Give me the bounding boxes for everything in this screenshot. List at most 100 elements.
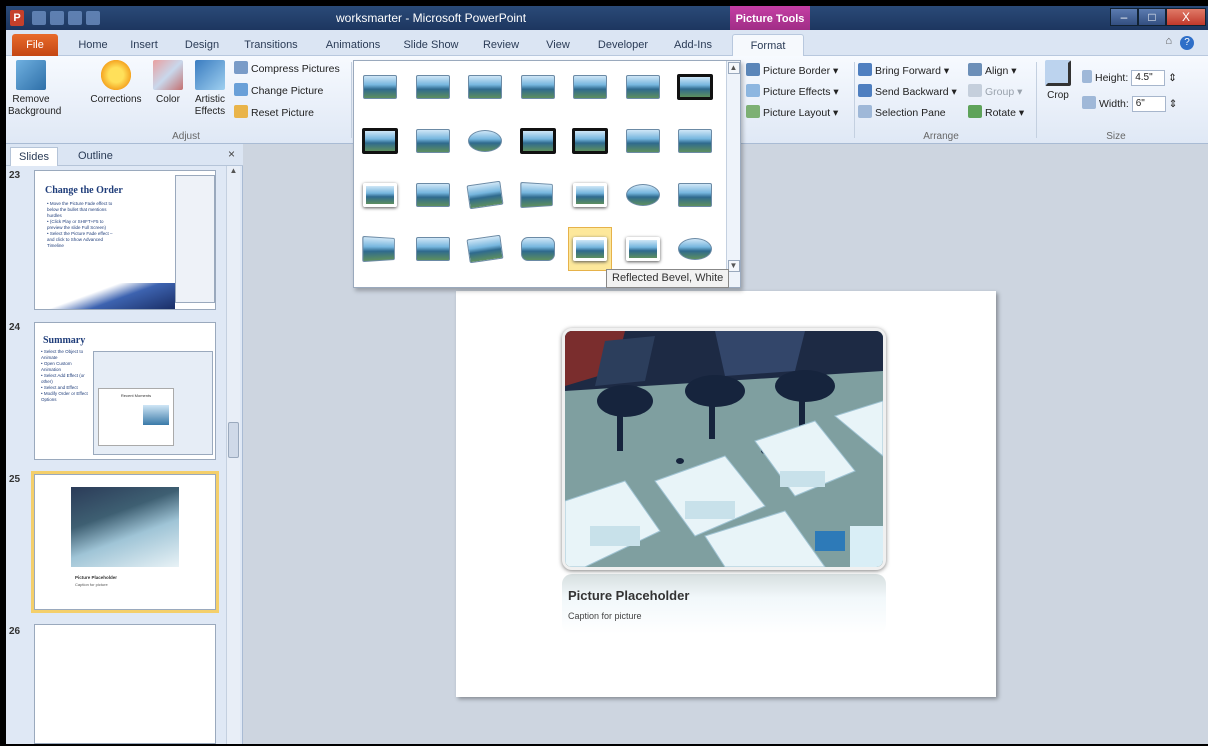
picture-style-option[interactable] <box>411 227 455 271</box>
customize-qat-icon[interactable] <box>86 11 100 25</box>
picture-border-icon <box>746 63 760 76</box>
tab-review[interactable]: Review <box>480 34 522 56</box>
tab-developer[interactable]: Developer <box>592 34 654 56</box>
pane-scrollbar[interactable]: ▲ <box>226 166 240 744</box>
picture-style-thumbnail-icon <box>573 183 607 207</box>
tab-design[interactable]: Design <box>180 34 224 56</box>
picture-style-option[interactable] <box>568 227 612 271</box>
crop-button[interactable]: Crop <box>1040 60 1076 102</box>
send-backward-button[interactable]: Send Backward ▾ <box>858 84 957 101</box>
picture-layout-button[interactable]: Picture Layout ▾ <box>746 105 838 122</box>
compress-pictures-button[interactable]: Compress Pictures <box>234 61 340 78</box>
caption-text[interactable]: Caption for picture <box>568 611 642 621</box>
slide-thumbnail-24[interactable]: Summary • Select the Object to Animate •… <box>34 322 216 460</box>
picture-style-option[interactable] <box>358 119 402 163</box>
help-icon[interactable]: ? <box>1180 36 1194 50</box>
tab-format[interactable]: Format <box>732 34 804 56</box>
minimize-ribbon-icon[interactable]: ⌂ <box>1165 35 1172 47</box>
rotate-button[interactable]: Rotate ▾ <box>968 105 1024 122</box>
height-spinner-icon[interactable]: ⇕ <box>1168 72 1177 84</box>
tab-transitions[interactable]: Transitions <box>240 34 302 56</box>
picture-style-option[interactable] <box>463 173 507 217</box>
picture-style-option[interactable] <box>673 65 717 109</box>
picture-style-option[interactable] <box>358 65 402 109</box>
picture-style-option[interactable] <box>463 119 507 163</box>
picture-style-option[interactable] <box>621 227 665 271</box>
redo-icon[interactable] <box>68 11 82 25</box>
picture-style-option[interactable] <box>516 227 560 271</box>
title-bar: P worksmarter - Microsoft PowerPoint Pic… <box>6 6 1208 30</box>
reset-picture-button[interactable]: Reset Picture <box>234 105 314 122</box>
close-pane-icon[interactable]: × <box>228 147 235 161</box>
picture-style-thumbnail-icon <box>468 130 502 152</box>
picture-style-option[interactable] <box>411 173 455 217</box>
gallery-scroll-down-icon[interactable]: ▼ <box>727 260 740 272</box>
picture-placeholder-image[interactable] <box>562 328 886 570</box>
picture-border-button[interactable]: Picture Border ▾ <box>746 63 838 80</box>
change-picture-button[interactable]: Change Picture <box>234 83 323 100</box>
pane-tabs: Slides Outline × <box>6 144 243 166</box>
picture-style-option[interactable] <box>673 119 717 163</box>
align-button[interactable]: Align ▾ <box>968 63 1017 80</box>
picture-style-thumbnail-icon <box>573 237 607 261</box>
remove-background-button[interactable]: Remove Background <box>8 60 61 118</box>
close-button[interactable]: X <box>1166 8 1206 26</box>
picture-style-option[interactable] <box>358 227 402 271</box>
selection-pane-button[interactable]: Selection Pane <box>858 105 946 122</box>
maximize-button[interactable]: □ <box>1138 8 1166 26</box>
picture-style-thumbnail-icon <box>625 237 660 261</box>
picture-style-option[interactable] <box>463 65 507 109</box>
tab-animations[interactable]: Animations <box>318 34 388 56</box>
picture-style-option[interactable] <box>516 173 560 217</box>
powerpoint-icon[interactable]: P <box>10 10 24 26</box>
slide-thumbnail-26[interactable] <box>34 624 216 744</box>
picture-style-option[interactable] <box>621 173 665 217</box>
picture-style-option[interactable] <box>463 227 507 271</box>
group-button[interactable]: Group ▾ <box>968 84 1022 101</box>
size-group-label: Size <box>1106 131 1126 142</box>
gallery-scroll-up-icon[interactable]: ▲ <box>727 62 740 74</box>
picture-style-option[interactable] <box>516 65 560 109</box>
picture-style-option[interactable] <box>673 227 717 271</box>
tab-home[interactable]: Home <box>72 34 114 56</box>
tab-slides[interactable]: Slides <box>10 147 58 166</box>
artistic-effects-button[interactable]: Artistic Effects <box>188 60 232 118</box>
gallery-scrollbar[interactable]: ▲ ▼ <box>726 61 740 287</box>
minimize-button[interactable]: – <box>1110 8 1138 26</box>
caption-title[interactable]: Picture Placeholder <box>568 588 689 603</box>
picture-style-option[interactable] <box>358 173 402 217</box>
picture-style-option[interactable] <box>568 119 612 163</box>
height-input[interactable]: 4.5" <box>1131 70 1166 87</box>
picture-style-thumbnail-icon <box>466 234 504 264</box>
inner-slide-title: Recent Moments <box>120 393 152 398</box>
picture-style-option[interactable] <box>568 65 612 109</box>
save-icon[interactable] <box>32 11 46 25</box>
picture-style-option[interactable] <box>673 173 717 217</box>
slide-thumbnail-25[interactable]: Picture Placeholder Caption for picture <box>31 471 219 613</box>
scroll-up-icon[interactable]: ▲ <box>227 166 240 175</box>
tab-file[interactable]: File <box>12 34 58 56</box>
picture-style-option[interactable] <box>621 119 665 163</box>
tab-insert[interactable]: Insert <box>124 34 164 56</box>
tab-add-ins[interactable]: Add-Ins <box>670 34 716 56</box>
picture-style-option[interactable] <box>516 119 560 163</box>
color-button[interactable]: Color <box>150 60 186 106</box>
picture-style-option[interactable] <box>411 65 455 109</box>
tab-outline[interactable]: Outline <box>70 147 121 166</box>
picture-style-option[interactable] <box>621 65 665 109</box>
width-input[interactable]: 6" <box>1131 96 1166 113</box>
scroll-thumb[interactable] <box>228 422 239 458</box>
undo-icon[interactable] <box>50 11 64 25</box>
picture-style-option[interactable] <box>411 119 455 163</box>
tab-slide-show[interactable]: Slide Show <box>400 34 462 56</box>
width-spinner-icon[interactable]: ⇕ <box>1169 98 1178 110</box>
picture-effects-button[interactable]: Picture Effects ▾ <box>746 84 839 101</box>
slide-thumb-caption: Picture Placeholder <box>75 575 118 580</box>
corrections-button[interactable]: Corrections <box>86 60 146 106</box>
slide-thumbnail-23[interactable]: Change the Order • Move the Picture Fade… <box>34 170 216 310</box>
sun-icon <box>101 60 131 90</box>
tab-view[interactable]: View <box>540 34 576 56</box>
picture-style-option[interactable] <box>568 173 612 217</box>
bring-forward-button[interactable]: Bring Forward ▾ <box>858 63 949 80</box>
slide-thumb-bullets: • Move the Picture Fade effect to below … <box>47 201 113 248</box>
